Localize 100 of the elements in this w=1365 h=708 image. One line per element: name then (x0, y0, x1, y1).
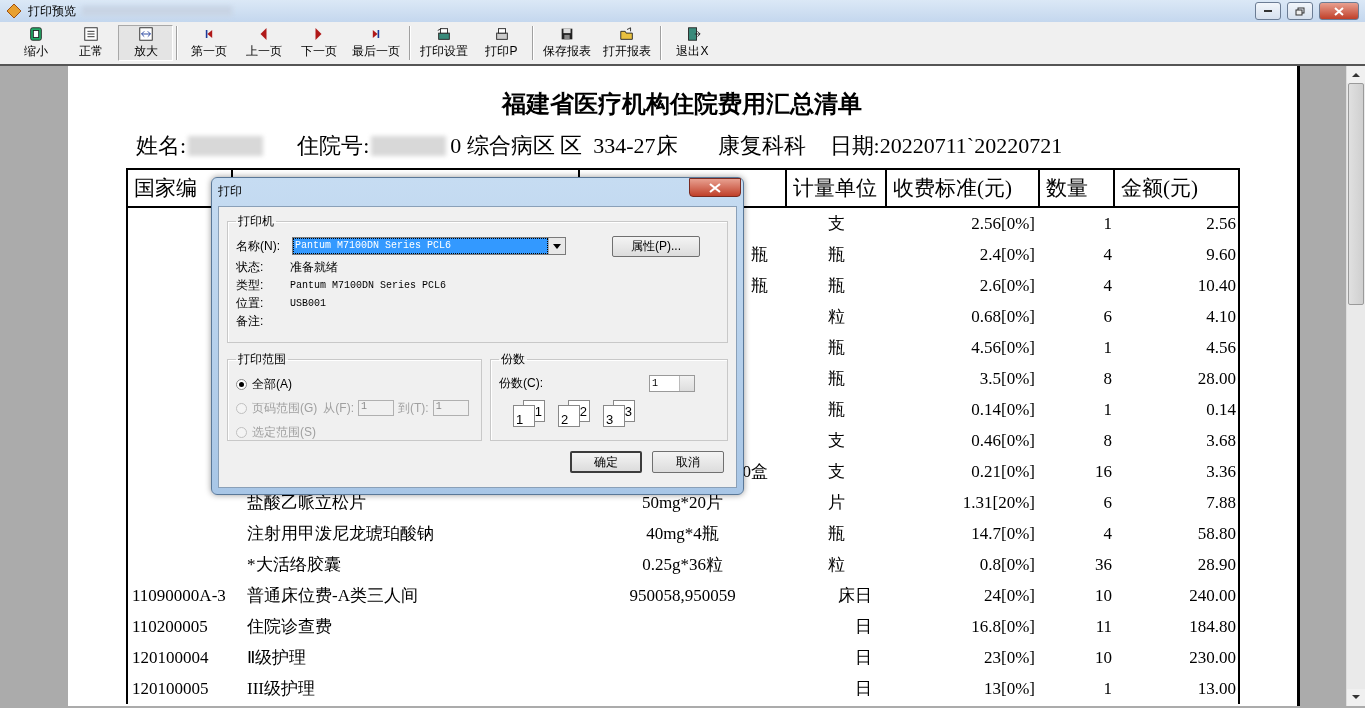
field-label: 到(T): (398, 399, 429, 417)
radio-option[interactable]: 全部(A) (236, 375, 292, 393)
item-code: 11090000A-3 (132, 585, 226, 606)
info-label: 类型: (236, 276, 265, 294)
dialog-button[interactable]: 取消 (652, 451, 724, 473)
item-unit: 粒 (827, 554, 845, 576)
toolbar-button[interactable]: 正常 (63, 25, 118, 61)
toolbar-button[interactable]: 退出X (665, 25, 720, 61)
printer-icon (435, 26, 453, 42)
toolbar-button[interactable]: 打印设置 (414, 25, 474, 61)
dialog-button[interactable]: 确定 (570, 451, 642, 473)
item-price: 0.21[0%] (971, 461, 1035, 482)
item-quantity: 4 (1103, 275, 1112, 296)
item-amount: 230.00 (1189, 647, 1236, 668)
item-name: 盐酸乙哌立松片 (247, 492, 366, 514)
item-amount: 4.56 (1206, 337, 1236, 358)
minimize-button[interactable] (1255, 2, 1281, 20)
copies-spinner[interactable]: 1 (649, 374, 695, 392)
close-button[interactable] (1319, 2, 1359, 20)
date-range-text: 日期:20220711`20220721 (829, 132, 1063, 160)
item-unit: 瓶 (827, 275, 845, 297)
item-name: *大活络胶囊 (247, 554, 341, 576)
column-header: 金额(元) (1121, 176, 1198, 200)
folder-icon (618, 26, 636, 42)
item-unit: 支 (827, 213, 845, 235)
next-icon (315, 28, 322, 40)
item-unit: 床日 (838, 585, 872, 607)
item-quantity: 10 (1095, 585, 1112, 606)
toolbar-button[interactable]: 保存报表 (537, 25, 597, 61)
toolbar-button[interactable]: 打印P (474, 25, 529, 61)
lines-icon (81, 26, 100, 42)
item-unit: 日 (855, 678, 872, 700)
item-unit: 瓶 (827, 244, 845, 266)
patient-name-label: 姓名: (136, 132, 187, 160)
previous-icon (260, 28, 267, 40)
info-value: 准备就绪 (290, 258, 338, 276)
toolbar-button[interactable]: 打开报表 (597, 25, 657, 61)
info-label: 状态: (236, 258, 265, 276)
item-quantity: 1 (1103, 213, 1112, 234)
toolbar-button[interactable]: 缩小 (8, 25, 63, 61)
toolbar-button[interactable]: 最后一页 (346, 25, 406, 61)
item-price: 23[0%] (984, 647, 1035, 668)
item-price: 2.56[0%] (971, 213, 1035, 234)
item-quantity: 6 (1103, 492, 1112, 513)
item-amount: 3.68 (1206, 430, 1236, 451)
scrollbar-thumb[interactable] (1348, 83, 1364, 305)
item-amount: 9.60 (1206, 244, 1236, 265)
group-label: 份数 (500, 351, 526, 368)
item-unit: 支 (827, 430, 845, 452)
ward-bed-text: 0 综合病区 区 334-27床 (450, 132, 678, 160)
item-name: 普通床位费-A类三人间 (247, 585, 418, 607)
column-header: 收费标准(元) (893, 176, 1012, 200)
report-title: 福建省医疗机构住院费用汇总清单 (500, 90, 863, 119)
first-page-icon (204, 30, 213, 38)
item-unit: 瓶 (827, 399, 845, 421)
item-price: 0.8[0%] (979, 554, 1035, 575)
admission-number-label: 住院号: (297, 132, 370, 160)
item-amount: 0.14 (1206, 399, 1236, 420)
toolbar-button[interactable]: 下一页 (291, 25, 346, 61)
app-icon (6, 3, 22, 19)
properties-button[interactable]: 属性(P)... (612, 235, 700, 257)
restore-icon (1295, 6, 1305, 16)
item-price: 0.14[0%] (971, 399, 1035, 420)
close-button[interactable] (689, 178, 741, 197)
item-quantity: 8 (1103, 368, 1112, 389)
item-spec: 瓶 (751, 244, 768, 266)
toolbar-button[interactable]: 第一页 (181, 25, 236, 61)
item-unit: 粒 (827, 306, 845, 328)
window-title: 打印预览 (28, 2, 76, 20)
restore-button[interactable] (1287, 2, 1313, 20)
item-quantity: 1 (1103, 337, 1112, 358)
item-quantity: 1 (1103, 678, 1112, 699)
item-unit: 片 (827, 492, 845, 514)
item-price: 24[0%] (984, 585, 1035, 606)
field-label: 从(F): (323, 399, 354, 417)
item-amount: 2.56 (1206, 213, 1236, 234)
toolbar-button[interactable]: 上一页 (236, 25, 291, 61)
dialog-title: 打印 (218, 183, 242, 200)
item-unit: 日 (855, 616, 872, 638)
close-icon (1334, 6, 1344, 16)
item-amount: 58.80 (1197, 523, 1236, 544)
item-unit: 日 (855, 647, 872, 669)
item-amount: 10.40 (1197, 275, 1236, 296)
column-header: 计量单位 (793, 176, 877, 200)
item-amount: 28.00 (1197, 368, 1236, 389)
item-price: 16.8[0%] (971, 616, 1035, 637)
item-spec: 40mg*4瓶 (646, 523, 719, 545)
item-amount: 13.00 (1197, 678, 1236, 699)
item-amount: 4.10 (1206, 306, 1236, 327)
item-code: 120100005 (132, 678, 209, 699)
info-label: 位置: (236, 294, 265, 312)
item-spec: 瓶 (751, 275, 768, 297)
item-unit: 瓶 (827, 337, 845, 359)
column-header: 数量 (1046, 176, 1088, 200)
toolbar-button[interactable]: 放大 (118, 25, 173, 61)
item-amount: 240.00 (1189, 585, 1236, 606)
info-label: 备注: (236, 312, 265, 330)
item-code: 110200005 (132, 616, 208, 637)
item-spec: 950058,950059 (629, 585, 736, 606)
minimize-icon (1264, 10, 1272, 12)
